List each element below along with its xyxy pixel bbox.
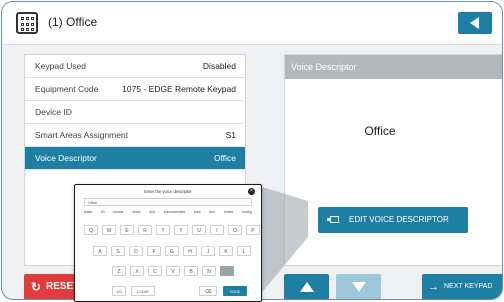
key[interactable]: L	[237, 246, 251, 256]
suggestion[interactable]: Armed	[224, 210, 233, 216]
shift-key[interactable]	[220, 266, 234, 276]
row-voice-descriptor[interactable]: Voice Descriptor Office	[25, 147, 245, 170]
numbers-key[interactable]: 123	[112, 286, 126, 296]
key[interactable]: Q	[84, 225, 98, 235]
backspace-icon[interactable]: ⌫	[199, 286, 217, 296]
key[interactable]: E	[120, 225, 134, 235]
descriptor-value: Office	[364, 124, 396, 138]
row-smart-areas[interactable]: Smart Areas Assignment S1	[25, 124, 245, 147]
suggestion[interactable]: Area	[194, 210, 201, 216]
key[interactable]: W	[102, 225, 116, 235]
keypad-icon	[16, 12, 38, 34]
key[interactable]: I	[210, 225, 224, 235]
key[interactable]: A	[93, 246, 107, 256]
next-item-button[interactable]	[336, 274, 381, 299]
down-arrow-icon	[352, 282, 366, 292]
row-value: 1075 - EDGE Remote Keypad	[122, 84, 236, 94]
suggestion[interactable]: All	[101, 210, 105, 216]
top-bar: (1) Office	[2, 2, 502, 45]
key[interactable]: H	[183, 246, 197, 256]
reset-icon: ↻	[31, 280, 42, 294]
back-button[interactable]	[458, 12, 492, 34]
row-device-id[interactable]: Device ID	[25, 101, 245, 124]
up-arrow-icon	[300, 282, 314, 292]
keyboard-row-1: Q W E R T Y U I O P	[84, 225, 264, 235]
arrow-right-icon: →	[428, 281, 439, 293]
next-keypad-button[interactable]: → NEXT KEYPAD	[422, 274, 502, 299]
row-label: Smart Areas Assignment	[35, 130, 129, 140]
key[interactable]: N	[202, 266, 216, 276]
row-keypad-used[interactable]: Keypad Used Disabled	[25, 55, 245, 78]
row-value: Office	[213, 153, 236, 163]
row-label: Equipment Code	[35, 84, 99, 94]
edit-button-label: EDIT VOICE DESCRIPTOR	[349, 215, 449, 224]
row-label: Voice Descriptor	[35, 153, 97, 163]
key[interactable]: T	[156, 225, 170, 235]
key[interactable]: B	[184, 266, 198, 276]
key[interactable]: P	[246, 225, 260, 235]
key[interactable]: S	[111, 246, 125, 256]
suggestion[interactable]: Arm	[209, 210, 215, 216]
key[interactable]: D	[129, 246, 143, 256]
close-icon[interactable]: ×	[248, 188, 255, 195]
suggestion[interactable]: Alarm	[84, 210, 92, 216]
key[interactable]: K	[219, 246, 233, 256]
key[interactable]: G	[165, 246, 179, 256]
done-key[interactable]: DONE	[223, 286, 247, 296]
row-value: S1	[225, 130, 236, 140]
row-equipment-code[interactable]: Equipment Code 1075 - EDGE Remote Keypad	[25, 78, 245, 101]
panel-heading: Voice Descriptor	[285, 55, 502, 79]
key[interactable]: X	[130, 266, 144, 276]
keyboard-dialog: Enter the voice descriptor × Office Alar…	[74, 184, 262, 302]
suggestion[interactable]: And	[149, 210, 155, 216]
next-keypad-label: NEXT KEYPAD	[444, 283, 493, 290]
keyboard-row-2: A S D F G H J K L	[93, 246, 255, 256]
keyboard-row-3: Z X C V B N	[112, 266, 238, 276]
descriptor-input[interactable]: Office	[84, 198, 252, 206]
key[interactable]: V	[166, 266, 180, 276]
row-label: Device ID	[35, 107, 72, 117]
key[interactable]: C	[148, 266, 162, 276]
suggestion-bar: Alarm All Access Alarm And Announcement …	[84, 210, 252, 216]
page-title: (1) Office	[48, 15, 98, 29]
voice-descriptor-panel: Voice Descriptor Office EDIT VOICE DESCR…	[284, 54, 502, 266]
key[interactable]: Z	[112, 266, 126, 276]
speaker-icon	[327, 216, 339, 223]
suggestion[interactable]: Announcement	[164, 210, 185, 216]
key[interactable]: O	[228, 225, 242, 235]
previous-button[interactable]	[284, 274, 329, 299]
key[interactable]: R	[138, 225, 152, 235]
key[interactable]: Y	[174, 225, 188, 235]
back-arrow-icon	[470, 17, 479, 29]
key[interactable]: F	[147, 246, 161, 256]
row-value: Disabled	[202, 61, 236, 71]
key[interactable]: J	[201, 246, 215, 256]
clear-key[interactable]: CLEAR	[131, 286, 155, 296]
keyboard-title: Enter the voice descriptor	[144, 189, 192, 194]
suggestion[interactable]: Alarm	[132, 210, 140, 216]
key[interactable]: U	[192, 225, 206, 235]
suggestion[interactable]: Access	[113, 210, 123, 216]
row-label: Keypad Used	[35, 61, 87, 71]
edit-voice-descriptor-button[interactable]: EDIT VOICE DESCRIPTOR	[318, 207, 468, 233]
suggestion[interactable]: Arming	[242, 210, 252, 216]
